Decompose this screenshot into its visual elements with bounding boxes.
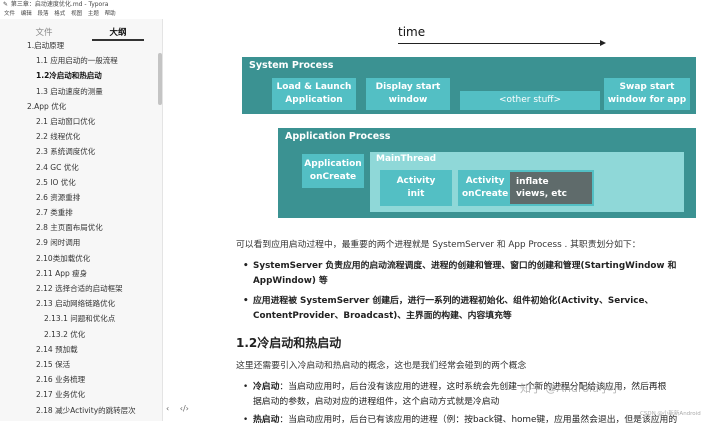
outline-item[interactable]: 2.7 类重排	[0, 205, 158, 220]
outline-item[interactable]: 2.3 系统调度优化	[0, 144, 158, 159]
outline-item[interactable]: 2.4 GC 优化	[0, 160, 158, 175]
bullet-dot: •	[243, 296, 249, 306]
mainthread-panel: MainThread Activity init Activity onCrea…	[370, 152, 684, 212]
load-launch-box: Load & Launch Application	[272, 78, 356, 110]
bullet-app-process-line1: 应用进程被 SystemServer 创建后，进行一系列的进程初始化、组件初始化…	[253, 296, 654, 306]
cold-start-line2: 据启动的参数，启动对应的进程组件，这个启动方式就是冷启动	[253, 397, 500, 407]
outline-item[interactable]: 1.1 应用启动的一般流程	[0, 53, 158, 68]
outline-item[interactable]: 2.14 预加载	[0, 342, 158, 357]
cold-start-label: 冷启动	[253, 382, 280, 392]
outline-item[interactable]: 2.6 资源重排	[0, 190, 158, 205]
system-process-title: System Process	[249, 60, 334, 71]
bullet-systemserver-line2: AppWindow) 等	[253, 276, 328, 286]
outline-list: 1.启动原理 1.1 应用启动的一般流程 1.2冷启动和热启动 1.3 启动速度的测量…	[0, 41, 158, 421]
outline-item[interactable]: 2.13.2 优化	[0, 327, 158, 342]
outline-item[interactable]: 2.13.1 问题和优化点	[0, 311, 158, 326]
menu-edit[interactable]: 编辑	[21, 11, 32, 17]
hot-start-label: 热启动	[253, 415, 280, 425]
menu-theme[interactable]: 主题	[88, 11, 99, 17]
credit-text: CSDN @小新新Android	[640, 411, 701, 417]
outline-item[interactable]: 2.5 IO 优化	[0, 175, 158, 190]
source-code-icon[interactable]: ‹/›	[180, 404, 189, 413]
outline-item[interactable]: 2.10类加载优化	[0, 251, 158, 266]
bullet-systemserver: • SystemServer 负责应用的启动流程调度、进程的创建和管理、窗口的创…	[243, 259, 676, 289]
application-oncreate-box: Application onCreate	[302, 154, 364, 188]
display-start-window-box: Display start window	[366, 78, 450, 110]
outline-item[interactable]: 2.11 App 瘦身	[0, 266, 158, 281]
bullet-app-process: • 应用进程被 SystemServer 创建后，进行一系列的进程初始化、组件初…	[243, 294, 653, 324]
outline-item[interactable]: 2.2 线程优化	[0, 129, 158, 144]
menu-help[interactable]: 帮助	[105, 11, 116, 17]
application-process-panel: Application Process Application onCreate…	[278, 128, 696, 218]
application-process-title: Application Process	[285, 131, 391, 142]
startup-diagram: time System Process Load & Launch Applic…	[232, 22, 697, 218]
outline-item[interactable]: 2.18 减少Activity的跳转层次	[0, 403, 158, 418]
outline-item[interactable]: 2.12 选择合适的启动框架	[0, 281, 158, 296]
menu-view[interactable]: 视图	[71, 11, 82, 17]
time-arrow	[398, 40, 606, 46]
activity-init-box: Activity init	[380, 170, 452, 206]
collapse-sidebar-icon[interactable]: ‹	[166, 404, 169, 413]
sidebar: 文件 大纲 1.启动原理 1.1 应用启动的一般流程 1.2冷启动和热启动 1.3 启…	[0, 19, 163, 421]
watermark: 知乎 @Android小小	[520, 382, 622, 395]
mainthread-title: MainThread	[376, 154, 437, 164]
system-process-panel: System Process Load & Launch Application…	[242, 57, 696, 114]
outline-item[interactable]: 2.8 主页面布局优化	[0, 220, 158, 235]
bullet-dot: •	[243, 382, 249, 392]
outline-item[interactable]: 2.16 业务梳理	[0, 372, 158, 387]
outline-item[interactable]: 2.9 闲时调用	[0, 235, 158, 250]
other-stuff-box: <other stuff>	[460, 91, 600, 110]
outline-item[interactable]: 2.13 启动网络链路优化	[0, 296, 158, 311]
menu-format[interactable]: 格式	[54, 11, 65, 17]
outline-item[interactable]: 1.2冷启动和热启动	[0, 68, 158, 83]
menu-bar: 文件 编辑 段落 格式 视图 主题 帮助	[0, 10, 720, 19]
section-heading: 1.2冷启动和热启动	[236, 336, 342, 350]
time-label: time	[398, 25, 426, 39]
typora-icon: ✎	[3, 1, 9, 8]
outline-item[interactable]: 1.启动原理	[0, 38, 158, 53]
sidebar-footer: ‹ ‹/›	[166, 404, 197, 413]
concept-paragraph: 这里还需要引入冷启动和热启动的概念，这也是我们经常会碰到的两个概念	[236, 361, 527, 371]
bullet-dot: •	[243, 261, 249, 271]
menu-file[interactable]: 文件	[4, 11, 15, 17]
outline-item[interactable]: 1.3 启动速度的测量	[0, 84, 158, 99]
outline-item[interactable]: 2.17 业务优化	[0, 387, 158, 402]
swap-window-box: Swap start window for app	[604, 78, 690, 110]
title-bar: ✎ 第三章：启动速度优化.md - Typora	[0, 0, 720, 10]
window-title: 第三章：启动速度优化.md - Typora	[10, 1, 109, 8]
sidebar-scrollbar[interactable]	[158, 53, 162, 105]
outline-item[interactable]: 2.1 启动窗口优化	[0, 114, 158, 129]
intro-paragraph: 可以看到应用启动过程中，最重要的两个进程就是 SystemServer 和 Ap…	[236, 240, 641, 250]
bullet-app-process-line2: ContentProvider、Broadcast)、主界面的构建、内容填充等	[253, 311, 512, 321]
outline-item[interactable]: 2.App 优化	[0, 99, 158, 114]
bullet-systemserver-line1: SystemServer 负责应用的启动流程调度、进程的创建和管理、窗口的创建和…	[253, 261, 677, 271]
outline-item[interactable]: 2.15 保活	[0, 357, 158, 372]
inflate-views-box: inflate views, etc	[510, 172, 592, 204]
menu-paragraph[interactable]: 段落	[38, 11, 49, 17]
